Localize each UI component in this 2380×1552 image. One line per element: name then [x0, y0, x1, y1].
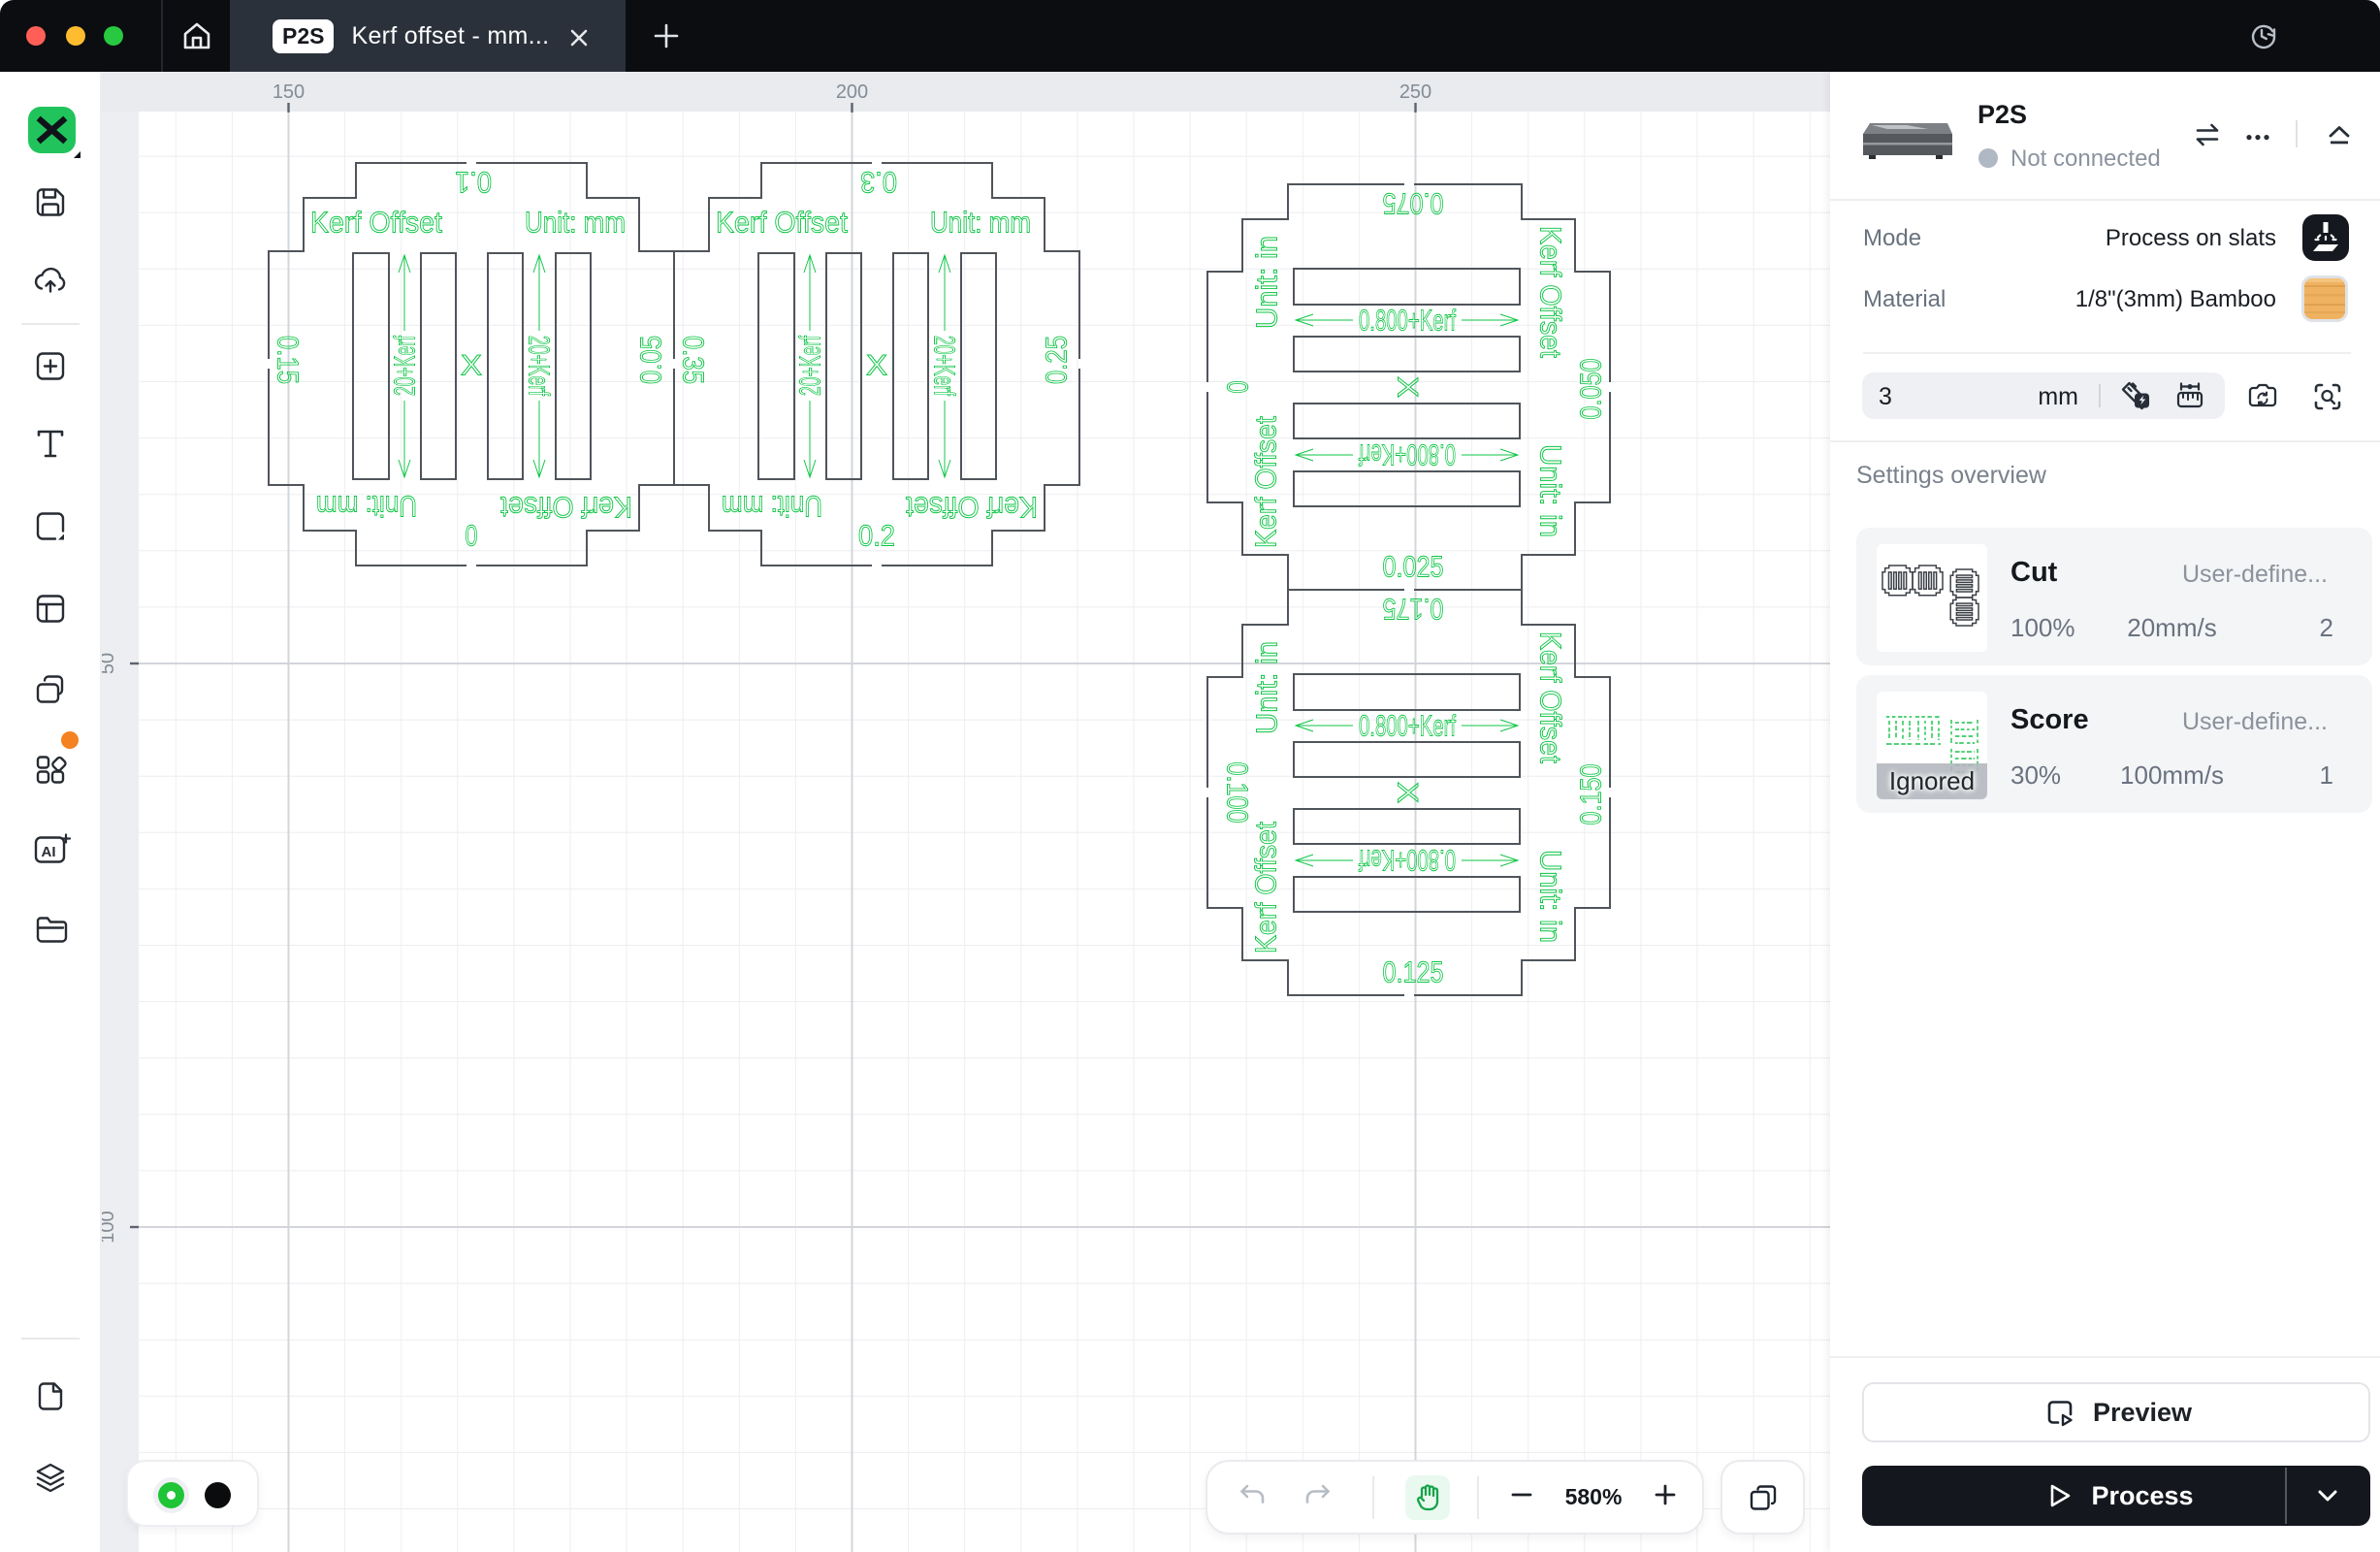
svg-text:Kerf Offset: Kerf Offset — [310, 206, 442, 240]
svg-text:Unit: mm: Unit: mm — [722, 490, 822, 524]
svg-text:Kerf Offset: Kerf Offset — [500, 491, 632, 525]
svg-text:0.25: 0.25 — [1040, 336, 1074, 384]
svg-text:Kerf Offset: Kerf Offset — [1249, 416, 1283, 548]
svg-text:X: X — [866, 350, 887, 382]
svg-text:20+Kerf: 20+Kerf — [793, 336, 827, 396]
svg-text:20+Kerf: 20+Kerf — [928, 336, 962, 396]
svg-text:250: 250 — [1399, 81, 1431, 103]
svg-text:0.800+Kerf: 0.800+Kerf — [1359, 438, 1456, 472]
svg-text:X: X — [461, 350, 482, 382]
svg-text:Unit: in: Unit: in — [1250, 641, 1284, 734]
svg-text:0: 0 — [466, 519, 478, 553]
svg-text:0.100: 0.100 — [1221, 762, 1255, 824]
svg-text:0.800+Kerf: 0.800+Kerf — [1359, 844, 1456, 878]
svg-text:Unit: mm: Unit: mm — [525, 206, 626, 240]
svg-text:0.05: 0.05 — [634, 336, 668, 384]
svg-text:AI: AI — [42, 844, 56, 860]
svg-text:0.075: 0.075 — [1383, 187, 1444, 221]
svg-text:0.2: 0.2 — [858, 519, 895, 553]
svg-text:200: 200 — [836, 81, 868, 103]
svg-text:0.050: 0.050 — [1574, 359, 1608, 420]
svg-text:Unit: mm: Unit: mm — [316, 490, 417, 524]
svg-text:Kerf Offset: Kerf Offset — [1534, 631, 1568, 763]
svg-text:0.150: 0.150 — [1574, 764, 1608, 825]
svg-text:0.35: 0.35 — [677, 336, 711, 384]
svg-text:Unit: in: Unit: in — [1534, 850, 1568, 943]
svg-text:X: X — [1392, 376, 1424, 398]
svg-text:Kerf Offset: Kerf Offset — [1249, 822, 1283, 954]
svg-text:Kerf Offset: Kerf Offset — [1534, 226, 1568, 358]
svg-text:0.15: 0.15 — [272, 336, 306, 384]
svg-text:150: 150 — [273, 81, 305, 103]
svg-text:0.3: 0.3 — [860, 166, 897, 200]
svg-text:0.800+Kerf: 0.800+Kerf — [1359, 304, 1456, 338]
svg-text:20+Kerf: 20+Kerf — [523, 336, 557, 396]
svg-text:0.025: 0.025 — [1383, 550, 1444, 584]
svg-text:0.800+Kerf: 0.800+Kerf — [1359, 709, 1456, 743]
svg-text:0.175: 0.175 — [1383, 593, 1444, 627]
svg-text:20+Kerf: 20+Kerf — [388, 336, 422, 396]
svg-text:Unit: in: Unit: in — [1534, 444, 1568, 537]
svg-text:Kerf Offset: Kerf Offset — [906, 491, 1038, 525]
svg-text:0: 0 — [1221, 381, 1255, 394]
svg-text:Unit: in: Unit: in — [1250, 236, 1284, 329]
svg-text:Kerf Offset: Kerf Offset — [716, 206, 848, 240]
svg-text:Unit: mm: Unit: mm — [930, 206, 1031, 240]
svg-text:0.1: 0.1 — [455, 166, 492, 200]
svg-text:0.125: 0.125 — [1383, 955, 1444, 989]
svg-text:X: X — [1392, 782, 1424, 803]
